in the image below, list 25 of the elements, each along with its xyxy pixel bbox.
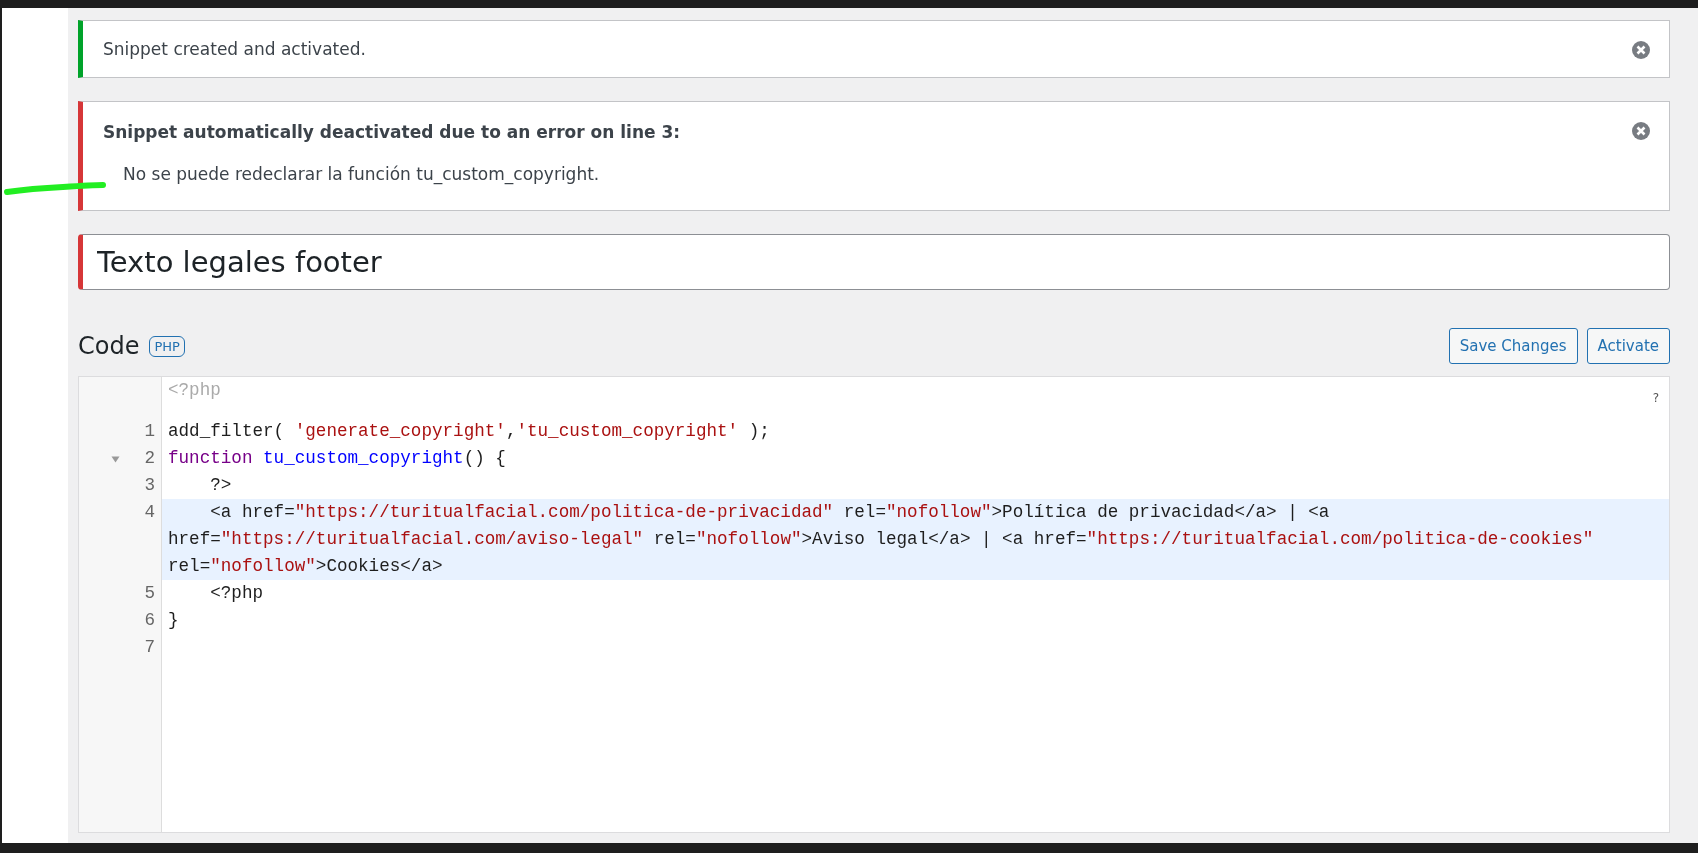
code-line: <?php xyxy=(167,379,221,402)
fold-arrow-icon[interactable] xyxy=(111,455,121,464)
title-input[interactable]: Texto legales footer xyxy=(78,234,1670,290)
help-link[interactable]: ? xyxy=(1652,391,1659,405)
code-line: ?> xyxy=(209,474,233,497)
section-heading: Code xyxy=(78,332,140,360)
line-number: 1 xyxy=(144,420,155,443)
dismiss-icon[interactable] xyxy=(1631,121,1651,141)
line-number: 2 xyxy=(144,447,155,470)
code-line: <?php xyxy=(209,582,265,605)
action-button[interactable]: Save Changes xyxy=(1448,328,1578,364)
line-number: 7 xyxy=(144,636,155,659)
notice-text: Snippet automatically deactivated due to an error on line 3: xyxy=(103,121,682,144)
code-line: function tu_custom_copyright() { xyxy=(167,447,507,470)
dismiss-icon[interactable] xyxy=(1631,40,1651,60)
code-line: } xyxy=(167,609,180,632)
line-number: 4 xyxy=(144,501,155,524)
line-number: 6 xyxy=(144,609,155,632)
notice-text: Snippet created and activated. xyxy=(103,38,367,61)
line-number: 3 xyxy=(144,474,155,497)
action-button[interactable]: Activate xyxy=(1586,328,1670,364)
language-badge: PHP xyxy=(149,335,185,357)
code-line: add_filter( 'generate_copyright','tu_custom_copyright' ); xyxy=(167,420,771,443)
error-message: No se puede redeclarar la función tu_custom_copyright. xyxy=(122,164,601,187)
line-number: 5 xyxy=(144,582,155,605)
